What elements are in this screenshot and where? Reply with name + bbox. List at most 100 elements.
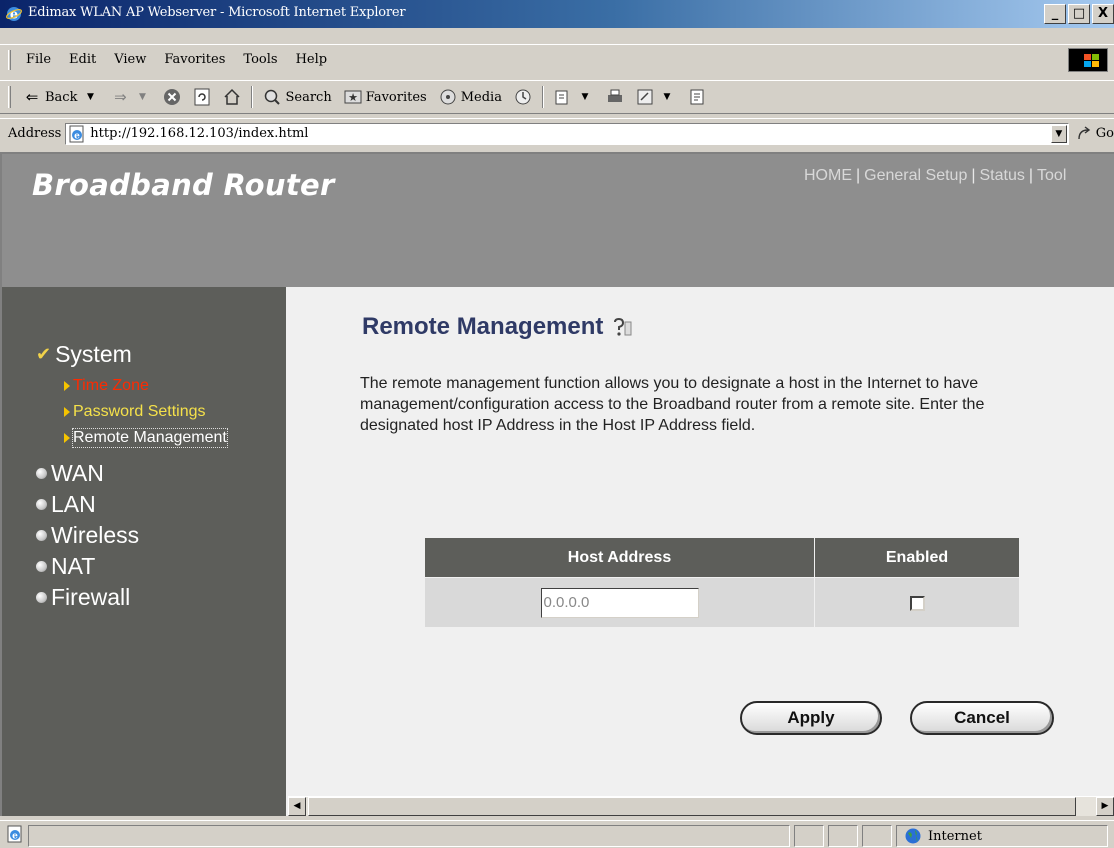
- menu-file[interactable]: File: [17, 52, 60, 67]
- print-button[interactable]: [600, 88, 630, 106]
- media-label: Media: [460, 89, 502, 105]
- home-button[interactable]: [217, 88, 247, 106]
- arrow-right-icon: [64, 433, 70, 443]
- sidebar-item-wireless[interactable]: Wireless: [36, 522, 139, 549]
- standard-toolbar: ⇐ Back ▼ ⇒ ▼ Search ★ Favorites Media ▼ …: [0, 80, 1114, 114]
- back-dropdown-icon[interactable]: ▼: [81, 88, 99, 106]
- svg-text:★: ★: [348, 91, 358, 104]
- history-button[interactable]: [508, 88, 538, 106]
- media-button[interactable]: Media: [433, 88, 508, 106]
- internet-explorer-icon: e: [6, 7, 22, 22]
- minimize-button[interactable]: _: [1044, 4, 1066, 24]
- cancel-button[interactable]: Cancel: [910, 701, 1054, 735]
- window-title: Edimax WLAN AP Webserver - Microsoft Int…: [28, 5, 406, 20]
- enabled-checkbox[interactable]: [909, 595, 925, 611]
- back-arrow-icon: ⇐: [25, 88, 39, 106]
- sidebar-item-system[interactable]: ✔ System: [36, 341, 132, 368]
- window-titlebar: e Edimax WLAN AP Webserver - Microsoft I…: [0, 0, 1114, 28]
- host-table: Host Address Enabled: [424, 537, 1020, 628]
- page-title-text: Remote Management: [362, 313, 604, 340]
- status-pane: [794, 825, 824, 847]
- enabled-cell: [814, 577, 1020, 628]
- menu-bar: File Edit View Favorites Tools Help: [0, 44, 1114, 74]
- sidebar-item-firewall[interactable]: Firewall: [36, 584, 130, 611]
- bullet-icon: [36, 499, 47, 510]
- sidebar-sub-remote-management[interactable]: Remote Management: [64, 428, 228, 448]
- sidebar-sub-password-settings[interactable]: Password Settings: [64, 403, 206, 421]
- edit-dropdown-icon[interactable]: ▼: [658, 88, 676, 106]
- menu-edit[interactable]: Edit: [60, 52, 105, 67]
- go-button[interactable]: Go: [1077, 125, 1114, 142]
- sidebar-item-nat[interactable]: NAT: [36, 553, 95, 580]
- brand-title: Broadband Router: [32, 168, 335, 202]
- address-url[interactable]: http://192.168.12.103/index.html: [90, 126, 308, 141]
- address-dropdown-icon[interactable]: ▼: [1050, 124, 1067, 143]
- menu-favorites[interactable]: Favorites: [155, 52, 234, 67]
- scroll-thumb[interactable]: [308, 797, 1076, 816]
- sidebar-item-label: Wireless: [51, 522, 140, 548]
- zone-label: Internet: [928, 828, 982, 844]
- search-label: Search: [285, 89, 332, 105]
- svg-text:e: e: [74, 131, 80, 141]
- mail-dropdown-icon[interactable]: ▼: [576, 88, 594, 106]
- discuss-button[interactable]: [682, 88, 712, 106]
- sidebar-item-lan[interactable]: LAN: [36, 491, 96, 518]
- sidebar: ✔ System Time Zone Password Settings Rem…: [2, 287, 286, 816]
- help-icon[interactable]: [611, 317, 633, 337]
- bullet-icon: [36, 561, 47, 572]
- media-icon: [440, 89, 456, 105]
- sidebar-item-wan[interactable]: WAN: [36, 460, 104, 487]
- sidebar-item-label: LAN: [51, 491, 96, 517]
- sidebar-sub-time-zone[interactable]: Time Zone: [64, 377, 149, 395]
- search-icon: [265, 89, 281, 105]
- close-button[interactable]: X: [1092, 4, 1114, 24]
- history-icon: [515, 89, 531, 105]
- favorites-label: Favorites: [365, 89, 427, 105]
- search-button[interactable]: Search: [257, 88, 337, 106]
- stop-button[interactable]: [157, 88, 187, 106]
- sidebar-item-label: System: [55, 341, 132, 367]
- nav-general-setup[interactable]: General Setup: [864, 167, 967, 184]
- forward-dropdown-icon[interactable]: ▼: [133, 88, 151, 106]
- sidebar-item-label: NAT: [51, 553, 96, 579]
- bullet-icon: [36, 468, 47, 479]
- menu-view[interactable]: View: [105, 52, 155, 67]
- host-address-input[interactable]: [540, 587, 699, 618]
- checkmark-icon: ✔: [36, 344, 52, 365]
- address-bar: Address e http://192.168.12.103/index.ht…: [0, 118, 1114, 148]
- menu-help[interactable]: Help: [287, 52, 337, 67]
- refresh-button[interactable]: [187, 88, 217, 106]
- nav-status[interactable]: Status: [980, 167, 1025, 184]
- mail-button[interactable]: ▼: [548, 88, 600, 106]
- go-arrow-icon: [1078, 125, 1090, 139]
- main-content: Remote Management The remote management …: [286, 287, 1114, 816]
- maximize-button[interactable]: □: [1068, 4, 1090, 24]
- sidebar-item-label: Firewall: [51, 584, 131, 610]
- stop-icon: [164, 89, 181, 105]
- nav-tool[interactable]: Tool: [1037, 167, 1066, 184]
- horizontal-scrollbar[interactable]: ◀ ▶: [288, 796, 1114, 816]
- scroll-left-icon[interactable]: ◀: [288, 797, 306, 816]
- page-icon: e: [69, 125, 84, 142]
- menubar-grip: [8, 49, 11, 70]
- table-row: [424, 577, 1020, 628]
- edit-button[interactable]: ▼: [630, 88, 682, 106]
- refresh-icon: [194, 88, 210, 106]
- enabled-header: Enabled: [814, 537, 1020, 578]
- address-field[interactable]: e http://192.168.12.103/index.html ▼: [65, 122, 1069, 145]
- toolbar-separator: [541, 86, 544, 108]
- arrow-right-icon: [64, 381, 70, 391]
- favorites-icon: ★: [344, 90, 362, 104]
- favorites-button[interactable]: ★ Favorites: [338, 88, 433, 106]
- home-icon: [224, 88, 240, 105]
- forward-button[interactable]: ⇒ ▼: [105, 88, 157, 106]
- menu-tools[interactable]: Tools: [234, 52, 286, 67]
- security-zone: Internet: [904, 827, 982, 845]
- host-address-cell: [424, 577, 815, 628]
- scroll-right-icon[interactable]: ▶: [1096, 797, 1114, 816]
- sidebar-item-label: WAN: [51, 460, 104, 486]
- nav-home[interactable]: HOME: [804, 167, 852, 184]
- apply-button[interactable]: Apply: [740, 701, 882, 735]
- toolbar-separator: [251, 86, 254, 108]
- back-button[interactable]: ⇐ Back ▼: [17, 88, 105, 106]
